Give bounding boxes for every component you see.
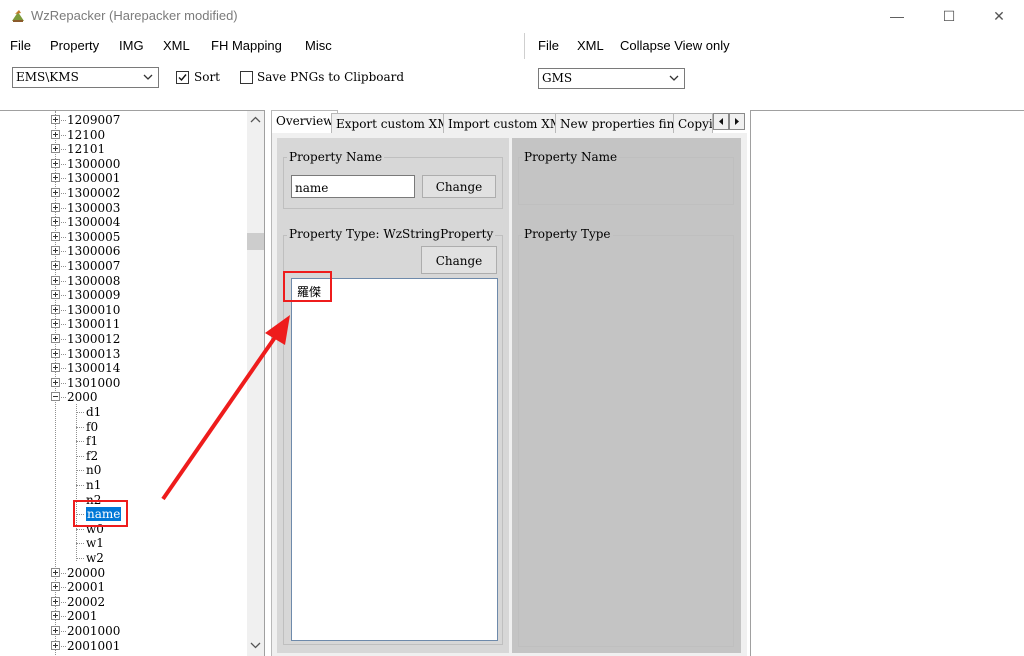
- arrow-head-icon: [265, 315, 290, 345]
- annotation-arrow: [161, 315, 290, 501]
